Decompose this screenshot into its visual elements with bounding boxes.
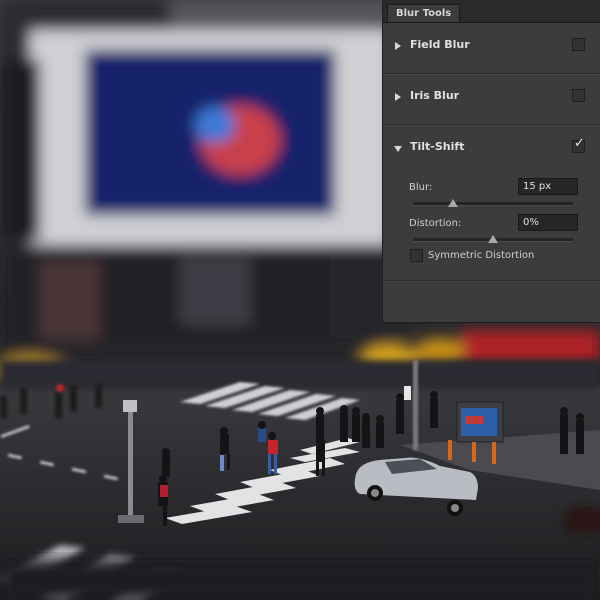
- panel-tab-bar: Blur Tools: [383, 0, 600, 23]
- blur-slider-thumb[interactable]: [448, 199, 458, 207]
- iris-blur-section[interactable]: Iris Blur: [383, 74, 600, 125]
- tilt-shift-section: Tilt-Shift ✓ Blur: 15 px Distortion: 0% …: [383, 125, 600, 281]
- blur-label: Blur:: [409, 182, 433, 193]
- iris-blur-label: Iris Blur: [410, 89, 460, 102]
- blur-slider[interactable]: [413, 199, 573, 207]
- blur-tools-panel: Blur Tools Field Blur Iris Blur Tilt-Shi…: [382, 0, 600, 323]
- distortion-slider[interactable]: [413, 235, 573, 243]
- distortion-amount-field[interactable]: 0%: [518, 214, 578, 231]
- tilt-shift-label: Tilt-Shift: [410, 140, 465, 153]
- triangle-right-icon[interactable]: [395, 42, 401, 50]
- tab-blur-tools[interactable]: Blur Tools: [387, 4, 461, 22]
- blur-amount-field[interactable]: 15 px: [518, 178, 578, 195]
- iris-blur-checkbox[interactable]: [572, 89, 585, 102]
- distortion-label: Distortion:: [409, 218, 462, 229]
- symmetric-distortion-checkbox[interactable]: [410, 249, 423, 262]
- tilt-shift-checkbox[interactable]: ✓: [572, 136, 585, 153]
- triangle-down-icon[interactable]: [394, 146, 402, 152]
- field-blur-checkbox[interactable]: [572, 38, 585, 51]
- triangle-right-icon[interactable]: [395, 93, 401, 101]
- checkmark-icon: ✓: [574, 136, 585, 151]
- tilt-shift-header[interactable]: Tilt-Shift ✓: [383, 125, 600, 170]
- symmetric-distortion-label: Symmetric Distortion: [428, 250, 535, 261]
- field-blur-section[interactable]: Field Blur: [383, 23, 600, 74]
- field-blur-label: Field Blur: [410, 38, 470, 51]
- distortion-slider-thumb[interactable]: [488, 235, 498, 243]
